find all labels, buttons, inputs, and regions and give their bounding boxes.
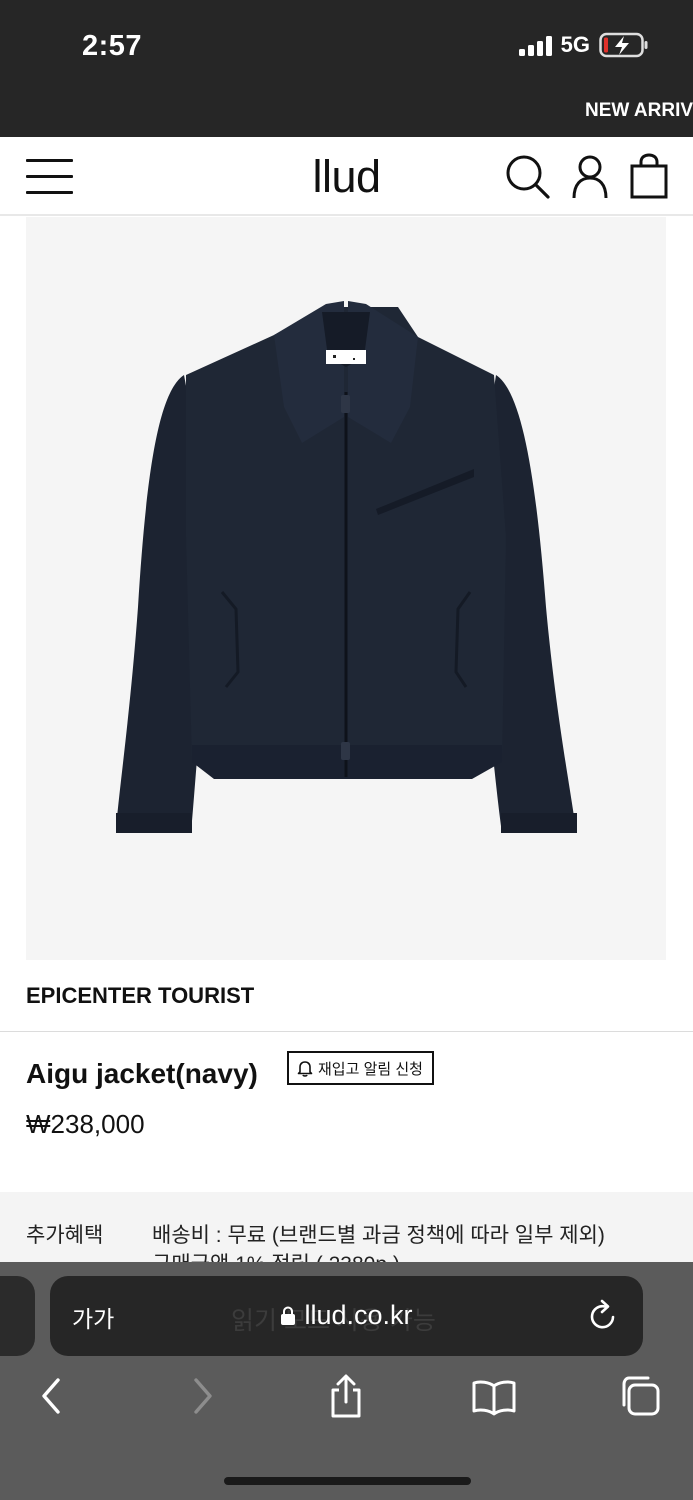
home-indicator[interactable]	[224, 1477, 471, 1485]
shipping-fee-info: 배송비 : 무료 (브랜드별 과금 정책에 따라 일부 제외)	[152, 1224, 605, 1247]
shopping-bag-icon[interactable]	[626, 153, 672, 199]
tabs-icon[interactable]	[618, 1374, 662, 1418]
product-title: Aigu jacket(navy)	[26, 1058, 258, 1089]
url-text: llud.co.kr	[304, 1300, 413, 1330]
share-icon[interactable]	[326, 1374, 366, 1418]
site-header: llud	[0, 137, 693, 216]
restock-notify-button[interactable]: 재입고 알림 신청	[287, 1051, 434, 1085]
section-divider	[0, 1031, 693, 1032]
status-time: 2:57	[82, 30, 143, 62]
product-price: ₩238,000	[26, 1109, 145, 1139]
status-bar: 2:57 5G	[0, 0, 693, 92]
brand-name-link[interactable]: EPICENTER TOURIST	[26, 983, 254, 1009]
benefits-section: 추가혜택 배송비 : 무료 (브랜드별 과금 정책에 따라 일부 제외) 구매금…	[0, 1192, 693, 1262]
navy-jacket-photo	[116, 301, 577, 833]
marquee-text: NEW ARRIV	[585, 100, 693, 121]
status-indicators: 5G	[518, 32, 649, 58]
network-type: 5G	[560, 32, 590, 57]
battery-charging-icon	[599, 32, 648, 58]
browser-toolbar: 가가 읽기 모드 사용 가능 llud.co.kr	[0, 1262, 693, 1500]
restock-button-label: 재입고 알림 신청	[318, 1060, 423, 1078]
menu-icon-line	[26, 159, 73, 162]
account-icon[interactable]	[567, 153, 613, 199]
search-icon[interactable]	[504, 153, 550, 199]
menu-icon-line	[26, 191, 73, 194]
address-bar[interactable]: 가가 읽기 모드 사용 가능 llud.co.kr	[50, 1276, 643, 1356]
menu-icon-line	[26, 175, 73, 178]
announcement-marquee[interactable]: NEW ARRIV	[0, 92, 693, 137]
points-info: 구매금액 1% 적립 ( 2380p )	[152, 1248, 400, 1262]
product-image[interactable]	[26, 217, 666, 960]
menu-button[interactable]	[26, 157, 74, 195]
bell-icon	[297, 1060, 313, 1077]
forward-icon[interactable]	[182, 1374, 222, 1418]
lock-icon	[281, 1305, 296, 1325]
benefits-label: 추가혜택	[26, 1224, 104, 1247]
back-icon[interactable]	[32, 1374, 72, 1418]
url-field[interactable]: llud.co.kr	[50, 1300, 643, 1331]
bookmarks-icon[interactable]	[471, 1374, 517, 1418]
previous-tab-address-bar[interactable]	[0, 1276, 35, 1356]
reload-icon[interactable]	[587, 1298, 619, 1332]
signal-strength-icon	[518, 34, 552, 56]
